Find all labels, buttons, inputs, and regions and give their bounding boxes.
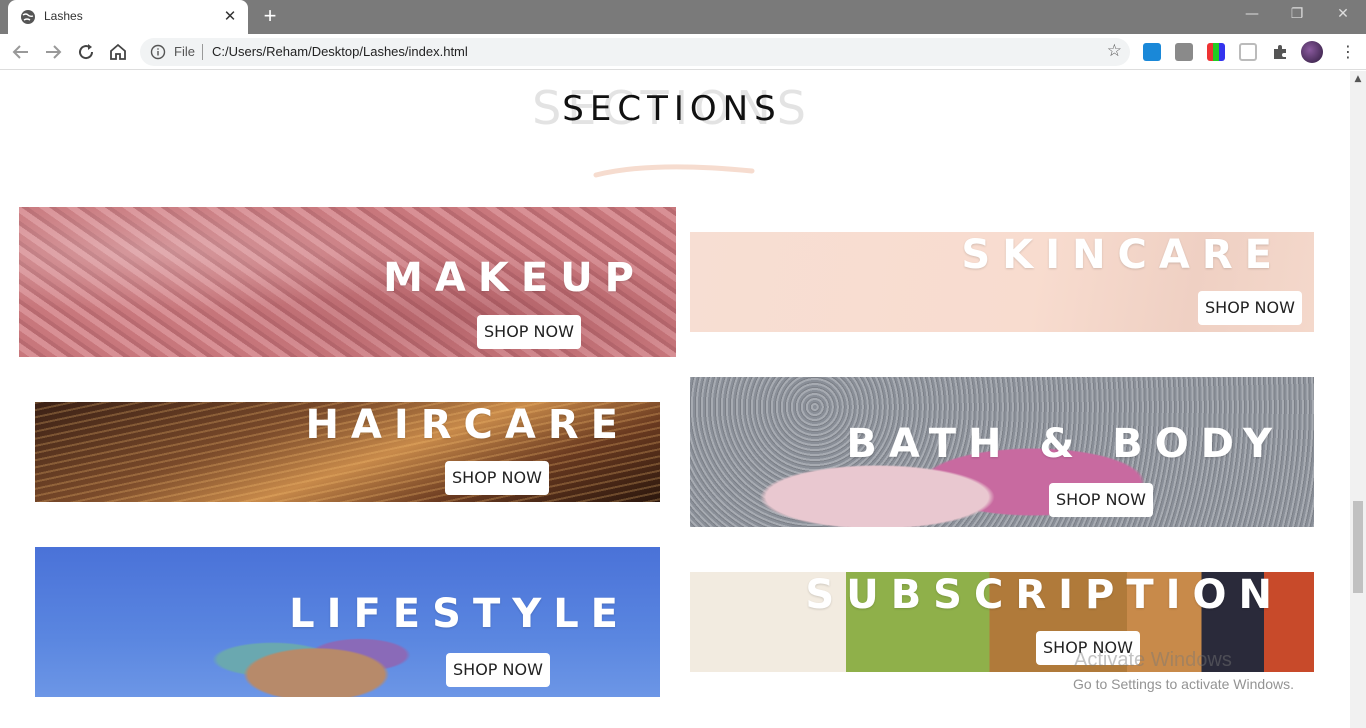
shopping-bag-extension-icon[interactable]	[1175, 43, 1193, 61]
shop-now-button-skincare[interactable]: SHOP NOW	[1198, 291, 1302, 325]
tab-title: Lashes	[44, 9, 83, 23]
scroll-thumb[interactable]	[1353, 501, 1363, 593]
activate-windows-hint: Go to Settings to activate Windows.	[1073, 676, 1294, 692]
shop-now-button-bath-body[interactable]: SHOP NOW	[1049, 483, 1153, 517]
category-card-haircare[interactable]: HAIRCARE SHOP NOW	[35, 402, 660, 502]
category-card-bath-body[interactable]: BATH & BODY SHOP NOW	[690, 377, 1314, 527]
shop-now-button-makeup[interactable]: SHOP NOW	[477, 315, 581, 349]
address-bar[interactable]: File C:/Users/Reham/Desktop/Lashes/index…	[140, 38, 1130, 66]
category-label-skincare: SKINCARE	[961, 232, 1284, 278]
back-arrow-icon[interactable]	[9, 40, 33, 64]
address-url[interactable]: C:/Users/Reham/Desktop/Lashes/index.html	[212, 44, 468, 59]
puzzle-extensions-icon[interactable]	[1271, 43, 1289, 61]
category-label-haircare: HAIRCARE	[305, 402, 630, 448]
reload-icon[interactable]	[74, 40, 98, 64]
globe-icon	[21, 10, 35, 24]
category-label-subscription: SUBSCRIPTION	[805, 572, 1284, 618]
category-card-lifestyle[interactable]: LIFESTYLE SHOP NOW	[35, 547, 660, 697]
tab-close-icon[interactable]: ✕	[220, 6, 240, 26]
home-icon[interactable]	[106, 40, 130, 64]
pocket-extension-icon[interactable]	[1239, 43, 1257, 61]
forward-arrow-icon[interactable]	[41, 40, 65, 64]
page-scrollbar[interactable]: ▲	[1350, 71, 1366, 728]
page-viewport: SECTIONS SECTIONS MAKEUP SHOP NOW SKINCA…	[0, 71, 1350, 728]
category-card-makeup[interactable]: MAKEUP SHOP NOW	[19, 207, 676, 357]
tab-strip: Lashes ✕ + — ❐ ✕	[0, 0, 1366, 34]
window-close-button[interactable]: ✕	[1331, 4, 1355, 24]
category-label-makeup: MAKEUP	[383, 255, 646, 301]
info-icon[interactable]	[150, 44, 166, 60]
restore-button[interactable]: ❐	[1285, 4, 1309, 24]
browser-tab[interactable]: Lashes ✕	[8, 0, 248, 34]
browser-menu-icon[interactable]: ⋮	[1340, 40, 1356, 64]
new-tab-button[interactable]: +	[258, 4, 282, 28]
heading-underline-swoosh	[593, 164, 755, 178]
color-palette-extension-icon[interactable]	[1207, 43, 1225, 61]
download-extension-icon[interactable]	[1143, 43, 1161, 61]
address-scheme: File	[174, 44, 195, 59]
browser-toolbar: File C:/Users/Reham/Desktop/Lashes/index…	[0, 34, 1366, 70]
category-card-skincare[interactable]: SKINCARE SHOP NOW	[690, 232, 1314, 332]
minimize-button[interactable]: —	[1240, 4, 1264, 24]
star-icon[interactable]: ☆	[1107, 41, 1122, 61]
scroll-up-arrow-icon[interactable]: ▲	[1350, 71, 1366, 87]
activate-windows-title: Activate Windows	[1074, 649, 1232, 671]
section-heading: SECTIONS	[562, 89, 782, 129]
category-label-bath-body: BATH & BODY	[846, 421, 1284, 467]
shop-now-button-haircare[interactable]: SHOP NOW	[445, 461, 549, 495]
shop-now-button-lifestyle[interactable]: SHOP NOW	[446, 653, 550, 687]
address-divider	[202, 44, 203, 60]
category-label-lifestyle: LIFESTYLE	[289, 591, 630, 637]
profile-avatar[interactable]	[1301, 41, 1323, 63]
